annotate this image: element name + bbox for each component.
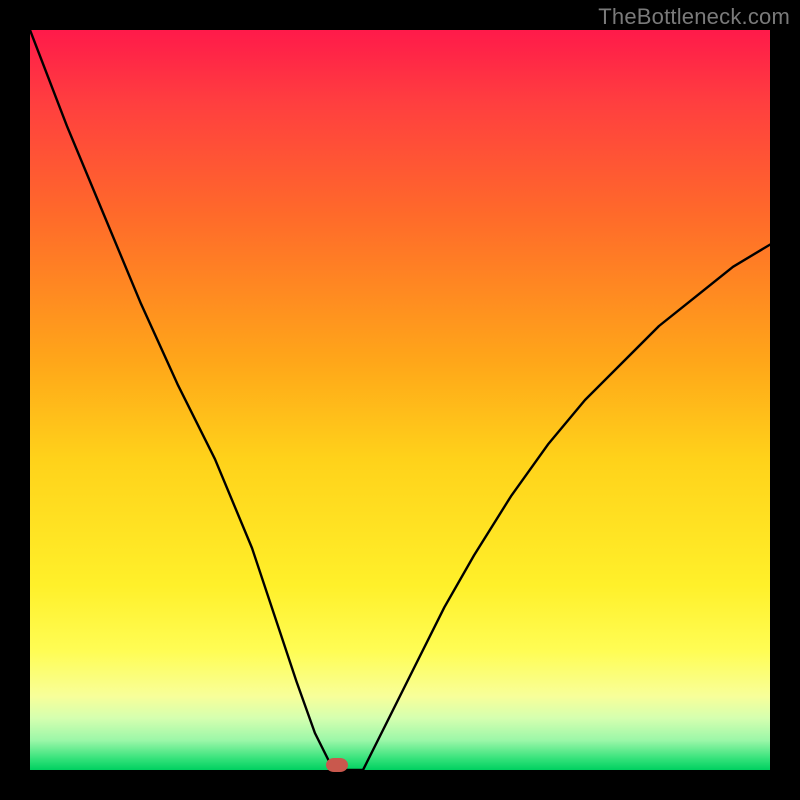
bottleneck-curve bbox=[30, 30, 770, 770]
chart-frame: TheBottleneck.com bbox=[0, 0, 800, 800]
plot-area bbox=[30, 30, 770, 770]
watermark-text: TheBottleneck.com bbox=[598, 4, 790, 30]
optimum-marker bbox=[326, 758, 348, 772]
